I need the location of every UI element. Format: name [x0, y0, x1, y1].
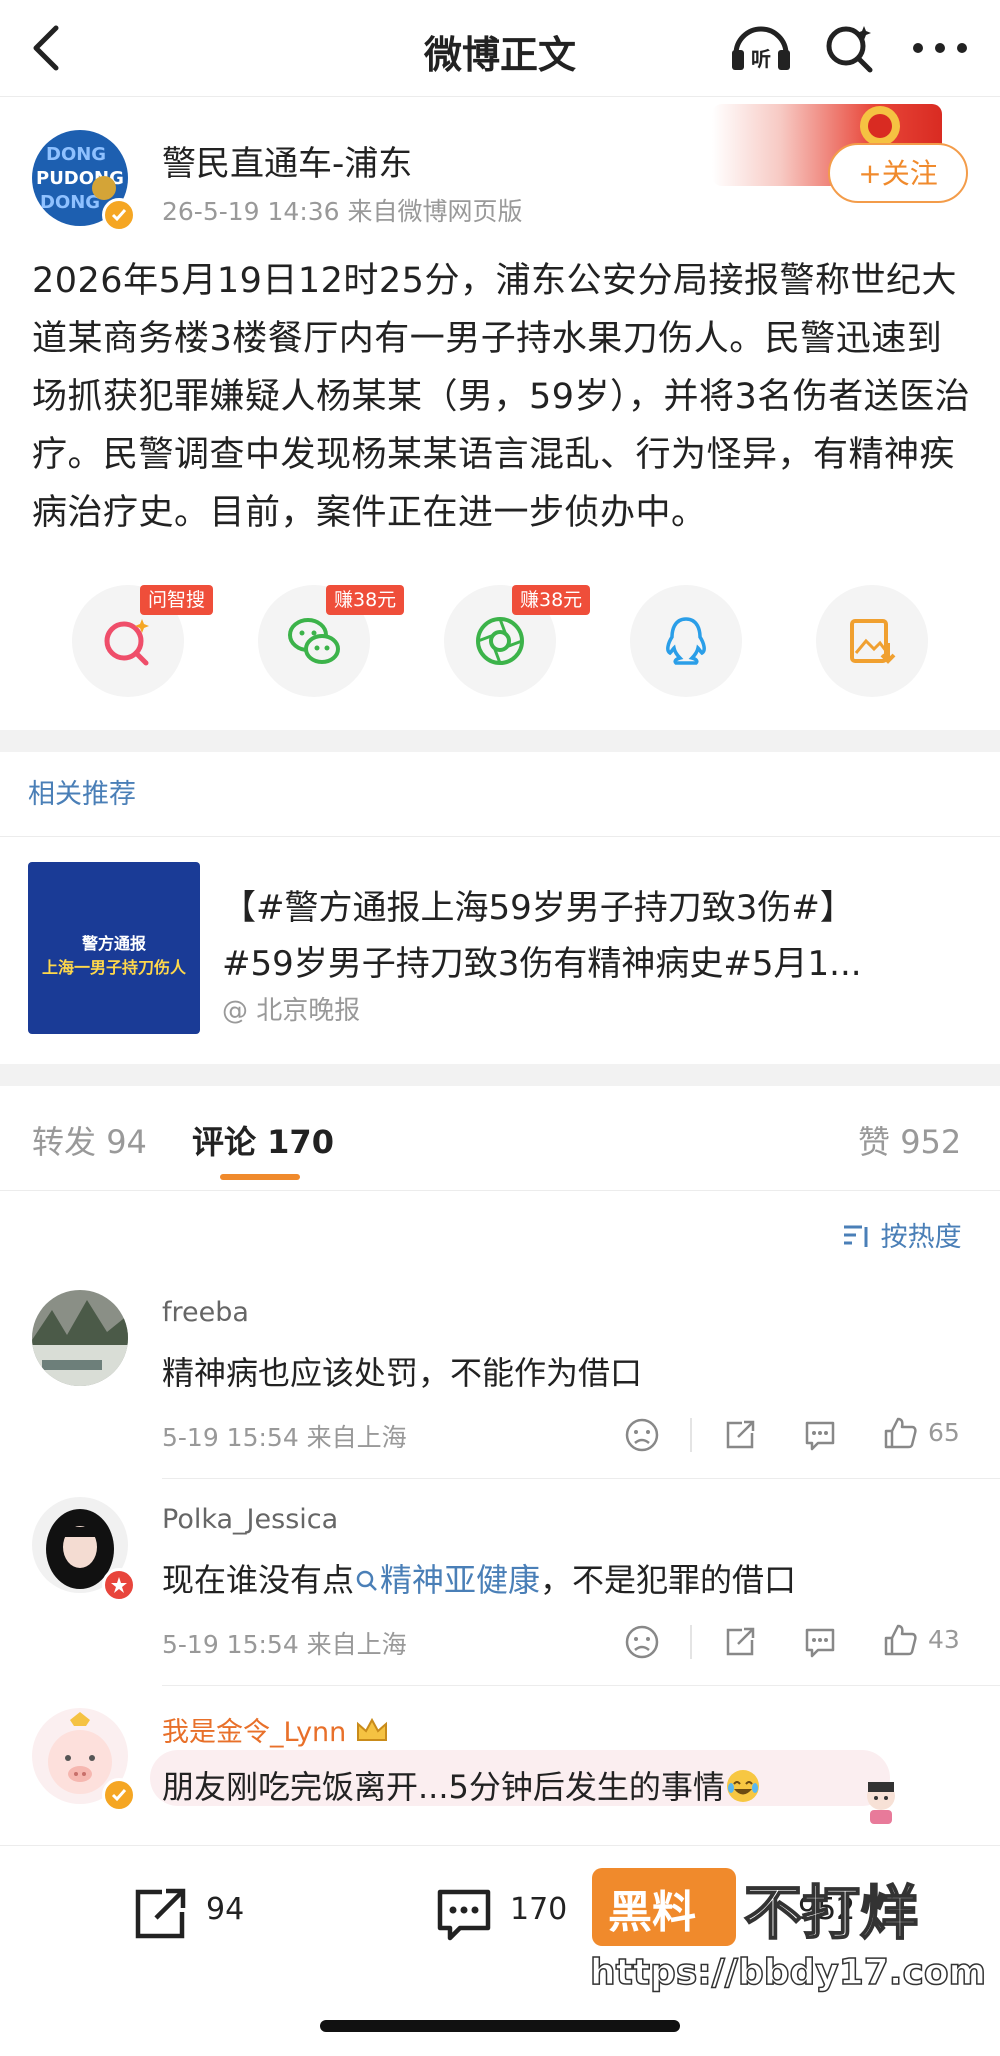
- thumbnail-line2: 上海一男子持刀伤人: [41, 958, 186, 977]
- comment-text: 朋友刚吃完饭离开...5分钟后发生的事情: [162, 1762, 761, 1808]
- tab-likes-label: 赞: [858, 1123, 891, 1161]
- ai-search-icon: [104, 619, 149, 666]
- reply-icon[interactable]: [802, 1417, 838, 1453]
- avatar-text-3: DONG: [40, 192, 100, 213]
- follow-button[interactable]: +关注: [828, 143, 968, 203]
- sort-label: 按热度: [880, 1222, 962, 1253]
- tab-likes[interactable]: 赞 952: [858, 1117, 961, 1163]
- bottom-comment-count[interactable]: 170: [510, 1892, 567, 1927]
- share-save-image-button[interactable]: [816, 585, 928, 697]
- search-icon[interactable]: [822, 20, 878, 76]
- crown-badge-icon: [356, 1717, 387, 1741]
- comment-text: 现在谁没有点 精神亚健康，不是犯罪的借口: [162, 1555, 796, 1601]
- tab-likes-count: 952: [900, 1123, 962, 1161]
- like-count: 43: [928, 1625, 960, 1654]
- related-source: @ 北京晚报: [222, 996, 361, 1026]
- repost-icon[interactable]: [722, 1417, 758, 1453]
- sticker-decoration: [856, 1776, 906, 1826]
- sort-by-hot-button[interactable]: 按热度: [842, 1215, 962, 1254]
- dislike-face-icon[interactable]: [624, 1624, 660, 1660]
- thumbnail-line1: 警方通报: [81, 934, 146, 953]
- share-badge-wechat: 赚38元: [326, 585, 405, 615]
- more-options-icon[interactable]: [908, 20, 972, 76]
- tab-repost[interactable]: 转发 94: [32, 1117, 147, 1163]
- commenter-name[interactable]: Polka_Jessica: [162, 1504, 338, 1535]
- related-title-line2[interactable]: #59岁男子持刀致3伤有精神病史#5月1...: [222, 936, 862, 985]
- watermark-box-text: 黑料: [608, 1887, 696, 1938]
- section-divider: [0, 730, 1000, 752]
- comment-text-after: ，不是犯罪的借口: [540, 1561, 797, 1599]
- qq-icon: [666, 617, 706, 665]
- home-indicator[interactable]: [320, 2020, 680, 2032]
- listen-label: 听: [751, 47, 771, 71]
- avatar-text-1: DONG: [46, 144, 106, 165]
- divider: [690, 1418, 692, 1452]
- dislike-face-icon[interactable]: [624, 1417, 660, 1453]
- commenter-avatar[interactable]: [32, 1290, 128, 1386]
- divider: [690, 1625, 692, 1659]
- related-thumbnail[interactable]: 警方通报 上海一男子持刀伤人: [28, 862, 200, 1034]
- share-badge-moments: 赚38元: [512, 585, 591, 615]
- watermark-url: https://bbdy17.com: [589, 1951, 987, 1994]
- sort-icon: [844, 1225, 868, 1247]
- tab-repost-count: 94: [106, 1123, 147, 1161]
- commenter-name[interactable]: 我是金令_Lynn: [162, 1710, 389, 1749]
- comment-text-content: 朋友刚吃完饭离开...5分钟后发生的事情: [162, 1768, 725, 1806]
- comment-icon[interactable]: [434, 1884, 494, 1944]
- repost-icon[interactable]: [722, 1624, 758, 1660]
- verified-badge-icon: [102, 198, 136, 232]
- search-icon: [356, 1570, 377, 1591]
- post-body: 2026年5月19日12时25分，浦东公安分局接报警称世纪大道某商务楼3楼餐厅内…: [32, 261, 971, 533]
- commenter-name[interactable]: freeba: [162, 1297, 249, 1328]
- comment-text: 精神病也应该处罚，不能作为借口: [162, 1354, 643, 1392]
- author-name[interactable]: 警民直通车-浦东: [162, 136, 412, 185]
- tab-comments-label: 评论: [192, 1123, 257, 1161]
- section-divider: [0, 1064, 1000, 1086]
- topic-text: 精神亚健康: [380, 1561, 541, 1599]
- line-divider: [0, 1190, 1000, 1191]
- tab-comments-count: 170: [267, 1123, 334, 1161]
- laughing-crying-emoji-icon: [726, 1770, 759, 1802]
- repost-icon[interactable]: [130, 1884, 190, 1944]
- active-tab-underline: [220, 1174, 300, 1180]
- like-icon[interactable]: [882, 1622, 918, 1658]
- reply-icon[interactable]: [802, 1624, 838, 1660]
- listen-icon[interactable]: 听: [728, 20, 794, 76]
- line-divider: [162, 1478, 1000, 1479]
- share-qq-button[interactable]: [630, 585, 742, 697]
- tab-comments[interactable]: 评论 170: [192, 1117, 334, 1163]
- share-badge-ai: 问智搜: [140, 585, 214, 615]
- post-meta: 26-5-19 14:36 来自微博网页版: [162, 197, 523, 226]
- save-image-icon: [850, 619, 896, 664]
- comment-meta: 5-19 15:54 来自上海: [162, 1423, 407, 1452]
- related-label: 相关推荐: [28, 779, 136, 810]
- tab-repost-label: 转发: [32, 1123, 97, 1161]
- commenter-name-text: 我是金令_Lynn: [162, 1717, 347, 1748]
- like-count: 65: [928, 1418, 960, 1447]
- like-icon[interactable]: [882, 1415, 918, 1451]
- related-title-line1[interactable]: 【#警方通报上海59岁男子持刀致3伤#】: [222, 880, 854, 929]
- line-divider: [0, 836, 1000, 837]
- line-divider: [162, 1685, 1000, 1686]
- comment-text-before: 现在谁没有点: [162, 1561, 355, 1599]
- moments-icon: [476, 617, 524, 665]
- verified-badge-icon: [102, 1778, 136, 1812]
- watermark-text: 不打烊: [743, 1878, 919, 1948]
- bottom-repost-count[interactable]: 94: [206, 1892, 244, 1927]
- wechat-icon: [288, 618, 340, 664]
- comment-meta: 5-19 15:54 来自上海: [162, 1630, 407, 1659]
- member-badge-icon: [102, 1568, 136, 1602]
- topic-link[interactable]: 精神亚健康: [354, 1561, 540, 1599]
